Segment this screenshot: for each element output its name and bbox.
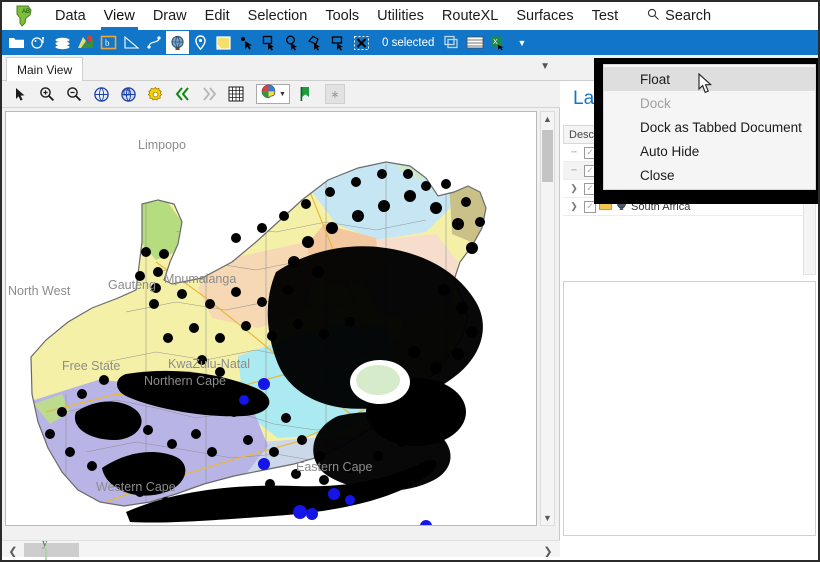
menu-item-utilities[interactable]: Utilities — [368, 2, 433, 30]
zoom-out-icon[interactable] — [62, 83, 86, 105]
globe-icon[interactable] — [166, 31, 189, 54]
tree-connector: ┄ — [571, 165, 577, 175]
menu-label: Selection — [247, 8, 308, 24]
location-marker-icon[interactable] — [189, 31, 212, 54]
svg-text:y: y — [42, 537, 48, 549]
menu-item-selection[interactable]: Selection — [239, 2, 317, 30]
star-icon[interactable]: ∗ — [325, 84, 345, 104]
zoom-extents-globe-icon[interactable] — [89, 83, 113, 105]
tab-label: Main View — [17, 62, 73, 77]
menu-bar: AB Data View Draw Edit Selection Tools U… — [2, 2, 818, 30]
zoom-in-icon[interactable] — [35, 83, 59, 105]
select-fence-icon[interactable] — [327, 31, 350, 54]
tree-connector: ┄ — [571, 147, 577, 157]
color-picker-dropdown[interactable]: ▼ — [256, 84, 290, 104]
layers-stack-icon[interactable] — [51, 31, 74, 54]
select-circle-icon[interactable] — [281, 31, 304, 54]
next-view-icon[interactable] — [197, 83, 221, 105]
menu-item-label: Close — [640, 167, 675, 183]
search-label: Search — [665, 8, 712, 24]
context-menu-item-auto-hide[interactable]: Auto Hide — [604, 139, 815, 163]
zoom-window-globe-icon[interactable] — [116, 83, 140, 105]
map-vertical-scrollbar[interactable]: ▲ ▼ — [540, 111, 555, 526]
expander-icon[interactable]: ❯ — [567, 200, 581, 214]
menu-item-draw[interactable]: Draw — [144, 2, 196, 30]
menu-label: Surfaces — [516, 8, 574, 24]
color-palette-icon — [260, 84, 277, 104]
expander-icon[interactable]: ❯ — [567, 182, 581, 196]
menu-item-data[interactable]: Data — [46, 2, 95, 30]
export-excel-icon[interactable]: X — [486, 31, 509, 54]
map-panel: ▼ ∗ Limpopo Gauteng Mpumalanga North Wes… — [2, 81, 560, 560]
menu-item-label: Float — [640, 71, 671, 87]
context-menu-item-dock-as-tabbed-document[interactable]: Dock as Tabbed Document — [604, 115, 815, 139]
map-canvas[interactable]: Limpopo Gauteng Mpumalanga North West Kw… — [5, 111, 537, 526]
route-path-icon[interactable] — [143, 31, 166, 54]
tab-main-view[interactable]: Main View — [6, 57, 84, 81]
search-icon — [647, 8, 660, 25]
check-icon: ✓ — [586, 165, 594, 175]
legend-note-icon[interactable] — [212, 31, 235, 54]
grid-toggle-icon[interactable] — [224, 83, 248, 105]
axis-orientation-indicator: y x z — [36, 536, 88, 560]
open-folder-icon[interactable] — [5, 31, 28, 54]
check-icon: ✓ — [586, 183, 594, 193]
menu-item-label: Dock — [640, 95, 671, 111]
layers-detail-area — [563, 281, 816, 536]
menu-item-label: Auto Hide — [640, 143, 700, 159]
menu-item-edit[interactable]: Edit — [196, 2, 239, 30]
menu-label: Edit — [204, 8, 230, 24]
chevron-down-icon[interactable]: ▼ — [517, 38, 526, 48]
menu-item-label: Dock as Tabbed Document — [640, 119, 802, 135]
map-settings-gear-icon[interactable] — [143, 83, 167, 105]
context-menu-item-close[interactable]: Close — [604, 163, 815, 187]
check-icon: ✓ — [586, 201, 594, 211]
menu-item-routexl[interactable]: RouteXL — [433, 2, 507, 30]
check-icon: ✓ — [586, 147, 594, 157]
search-box[interactable]: Search — [647, 8, 711, 25]
menu-item-tools[interactable]: Tools — [316, 2, 368, 30]
menu-label: Utilities — [377, 8, 424, 24]
palette-settings-icon[interactable] — [28, 31, 51, 54]
map-pin-icon[interactable] — [74, 31, 97, 54]
svg-text:b: b — [105, 38, 110, 48]
svg-text:X: X — [493, 39, 498, 46]
menu-label: View — [103, 8, 135, 24]
map-toolbar: ▼ ∗ — [2, 81, 560, 108]
chevron-down-icon[interactable]: ▼ — [541, 511, 554, 525]
window-bottom-strip — [2, 557, 818, 560]
menu-item-surfaces[interactable]: Surfaces — [507, 2, 582, 30]
mouse-pointer-icon — [698, 72, 714, 100]
chevron-down-icon[interactable]: ▼ — [279, 91, 286, 98]
menu-item-view[interactable]: View — [95, 2, 144, 30]
select-polygon-icon[interactable] — [304, 31, 327, 54]
green-flag-icon[interactable] — [293, 83, 317, 105]
chevron-up-icon[interactable]: ▲ — [541, 112, 554, 126]
selection-count-label: 0 selected — [382, 36, 435, 49]
ribbon-toolbar: b 0 selected X ▼ — [2, 30, 818, 55]
menu-label: Test — [591, 8, 619, 24]
previous-view-icon[interactable] — [170, 83, 194, 105]
svg-text:AB: AB — [22, 9, 30, 15]
chevron-down-icon[interactable]: ▼ — [540, 61, 550, 72]
application-window: AB Data View Draw Edit Selection Tools U… — [0, 0, 820, 562]
scrollbar-thumb[interactable] — [542, 130, 553, 182]
menu-label: Draw — [152, 8, 187, 24]
app-logo: AB — [2, 2, 46, 30]
copy-selection-icon[interactable] — [440, 31, 463, 54]
clear-selection-icon[interactable] — [350, 31, 373, 54]
select-point-icon[interactable] — [235, 31, 258, 54]
table-view-icon[interactable] — [463, 31, 486, 54]
menu-label: Data — [55, 8, 86, 24]
menu-item-test[interactable]: Test — [583, 2, 628, 30]
bing-maps-icon[interactable]: b — [97, 31, 120, 54]
menu-label: RouteXL — [441, 8, 499, 24]
measure-angle-icon[interactable] — [120, 31, 143, 54]
menu-label: Tools — [325, 8, 360, 24]
pointer-select-icon[interactable] — [8, 83, 32, 105]
select-rectangle-icon[interactable] — [258, 31, 281, 54]
